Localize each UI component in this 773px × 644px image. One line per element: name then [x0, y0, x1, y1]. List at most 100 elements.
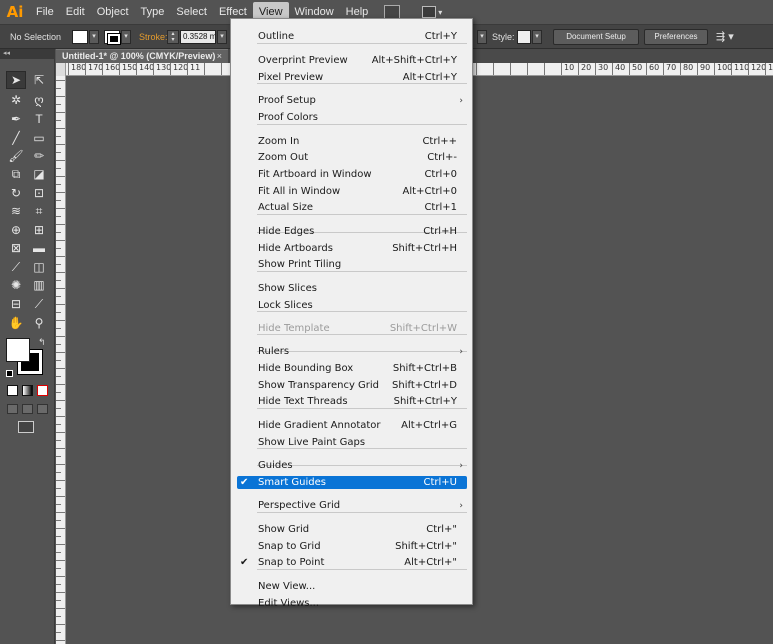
ruler-tick — [56, 504, 61, 505]
blob-brush-tool-icon[interactable]: ⧉ — [6, 165, 26, 183]
direct-selection-tool-icon[interactable]: ⇱ — [29, 71, 49, 89]
ruler-tick — [56, 112, 65, 113]
rotate-tool-icon[interactable]: ↻ — [6, 184, 26, 202]
menu-item-zoom-out[interactable]: Zoom Out Ctrl+- — [237, 150, 467, 166]
menu-item-overprint-preview[interactable]: Overprint Preview Alt+Shift+Ctrl+Y — [237, 53, 467, 69]
menu-item-fit-all-in-window[interactable]: Fit All in Window Alt+Ctrl+0 — [237, 184, 467, 200]
bridge-icon[interactable] — [384, 5, 401, 19]
draw-behind-icon[interactable] — [22, 404, 33, 414]
menu-item-actual-size[interactable]: Actual Size Ctrl+1 — [237, 200, 467, 216]
checkmark-icon: ✔ — [240, 557, 249, 568]
fill-color-icon[interactable] — [6, 338, 30, 362]
gradient-tool-icon[interactable]: ▬ — [29, 239, 49, 257]
menu-item-zoom-in[interactable]: Zoom In Ctrl++ — [237, 134, 467, 150]
menu-item-smart-guides[interactable]: ✔ Smart Guides Ctrl+U — [237, 476, 467, 489]
close-icon[interactable]: × — [217, 50, 222, 63]
ruler-tick: 130 — [765, 63, 773, 75]
menu-item-lock-slices[interactable]: Lock Slices — [237, 298, 467, 314]
fill-swatch[interactable] — [72, 30, 88, 44]
menu-item-outline[interactable]: Outline Ctrl+Y — [237, 29, 467, 45]
stroke-weight-dropdown[interactable]: ▾ — [217, 30, 227, 44]
tools-panel-header[interactable]: ◂◂ — [0, 49, 55, 59]
perspective-grid-tool-icon[interactable]: ⊞ — [29, 221, 49, 239]
vertical-ruler[interactable] — [56, 76, 66, 644]
menu-item-perspective-grid[interactable]: Perspective Grid › — [237, 498, 467, 514]
screen-mode-icon[interactable] — [18, 421, 34, 433]
ruler-origin[interactable] — [56, 63, 66, 76]
type-tool-icon[interactable]: T — [29, 110, 49, 128]
draw-normal-icon[interactable] — [7, 404, 18, 414]
opacity-dropdown[interactable]: ▾ — [477, 30, 487, 44]
menu-item-show-slices[interactable]: Show Slices — [237, 281, 467, 297]
menu-item-pixel-preview[interactable]: Pixel Preview Alt+Ctrl+Y — [237, 70, 467, 86]
pencil-tool-icon[interactable]: ✏ — [29, 147, 49, 165]
free-transform-tool-icon[interactable]: ⌗ — [29, 202, 49, 220]
menu-item-show-transparency-grid[interactable]: Show Transparency Grid Shift+Ctrl+D — [237, 378, 467, 394]
ruler-tick: 160 — [102, 63, 120, 75]
preferences-button[interactable]: Preferences — [644, 29, 708, 45]
style-swatch[interactable] — [517, 30, 531, 44]
menu-item-rulers[interactable]: Rulers › — [237, 344, 467, 360]
document-tab[interactable]: Untitled-1* @ 100% (CMYK/Preview) × — [56, 49, 228, 63]
hand-tool-icon[interactable]: ✋ — [6, 314, 26, 332]
stroke-stepper[interactable]: ▴ ▾ — [167, 30, 179, 44]
menu-item-hide-gradient-annotator[interactable]: Hide Gradient Annotator Alt+Ctrl+G — [237, 418, 467, 434]
rectangle-tool-icon[interactable]: ▭ — [29, 129, 49, 147]
shape-builder-tool-icon[interactable]: ⊕ — [6, 221, 26, 239]
default-colors-icon[interactable] — [6, 370, 13, 377]
menu-type[interactable]: Type — [135, 2, 171, 22]
stroke-label[interactable]: Stroke: — [139, 29, 168, 45]
pen-tool-icon[interactable]: ✒ — [6, 110, 26, 128]
stroke-weight-input[interactable]: 0.3528 m — [180, 30, 216, 44]
color-mode-icon[interactable] — [7, 385, 18, 396]
gradient-mode-icon[interactable] — [22, 385, 33, 396]
menu-item-proof-colors[interactable]: Proof Colors — [237, 110, 467, 126]
zoom-tool-icon[interactable]: ⚲ — [29, 314, 49, 332]
eraser-tool-icon[interactable]: ◪ — [29, 165, 49, 183]
mesh-tool-icon[interactable]: ⊠ — [6, 239, 26, 257]
menu-item-fit-artboard-in-window[interactable]: Fit Artboard in Window Ctrl+0 — [237, 167, 467, 183]
selection-tool-icon[interactable]: ➤ — [6, 71, 26, 89]
stroke-dropdown[interactable]: ▾ — [121, 30, 131, 44]
menu-edit[interactable]: Edit — [60, 2, 91, 22]
symbol-sprayer-tool-icon[interactable]: ✺ — [6, 276, 26, 294]
arrange-documents-icon[interactable] — [422, 6, 437, 18]
draw-inside-icon[interactable] — [37, 404, 48, 414]
menu-item-snap-to-point[interactable]: ✔ Snap to Point Alt+Ctrl+" — [237, 555, 467, 571]
menu-item-hide-text-threads[interactable]: Hide Text Threads Shift+Ctrl+Y — [237, 394, 467, 410]
document-setup-button[interactable]: Document Setup — [553, 29, 639, 45]
paintbrush-tool-icon[interactable]: 🖌 — [6, 147, 26, 165]
menu-item-hide-artboards[interactable]: Hide Artboards Shift+Ctrl+H — [237, 241, 467, 257]
menu-item-proof-setup[interactable]: Proof Setup › — [237, 93, 467, 109]
chevron-down-icon[interactable]: ▾ — [438, 8, 442, 17]
menu-item-show-print-tiling[interactable]: Show Print Tiling — [237, 257, 467, 273]
warp-tool-icon[interactable]: ≋ — [6, 202, 26, 220]
menu-file[interactable]: File — [30, 2, 60, 22]
menu-item-show-live-paint-gaps[interactable]: Show Live Paint Gaps — [237, 435, 467, 451]
style-dropdown[interactable]: ▾ — [532, 30, 542, 44]
none-mode-icon[interactable] — [37, 385, 48, 396]
slice-tool-icon[interactable]: ⟋ — [29, 295, 49, 313]
stroke-swatch[interactable] — [104, 30, 121, 45]
scale-tool-icon[interactable]: ⊡ — [29, 184, 49, 202]
menu-item-edit-views[interactable]: Edit Views... — [237, 596, 467, 612]
ruler-tick — [56, 392, 61, 393]
fill-dropdown[interactable]: ▾ — [89, 30, 99, 44]
align-menu-icon[interactable]: ⇶ ▾ — [716, 29, 734, 45]
swap-fill-stroke-icon[interactable]: ↰ — [38, 337, 46, 348]
menu-item-hide-bounding-box[interactable]: Hide Bounding Box Shift+Ctrl+B — [237, 361, 467, 377]
menu-item-hide-edges[interactable]: Hide Edges Ctrl+H — [237, 224, 467, 240]
menu-item-guides[interactable]: Guides › — [237, 458, 467, 474]
line-tool-icon[interactable]: ╱ — [6, 129, 26, 147]
menu-item-snap-to-grid[interactable]: Snap to Grid Shift+Ctrl+" — [237, 539, 467, 555]
menu-item-new-view[interactable]: New View... — [237, 579, 467, 595]
column-graph-tool-icon[interactable]: ▥ — [29, 276, 49, 294]
menu-select[interactable]: Select — [170, 2, 213, 22]
eyedropper-tool-icon[interactable]: ⟋ — [6, 258, 26, 276]
magic-wand-tool-icon[interactable]: ✲ — [6, 91, 26, 109]
lasso-tool-icon[interactable]: ღ — [29, 91, 49, 109]
menu-item-show-grid[interactable]: Show Grid Ctrl+" — [237, 522, 467, 538]
menu-object[interactable]: Object — [91, 2, 135, 22]
artboard-tool-icon[interactable]: ⊟ — [6, 295, 26, 313]
blend-tool-icon[interactable]: ◫ — [29, 258, 49, 276]
